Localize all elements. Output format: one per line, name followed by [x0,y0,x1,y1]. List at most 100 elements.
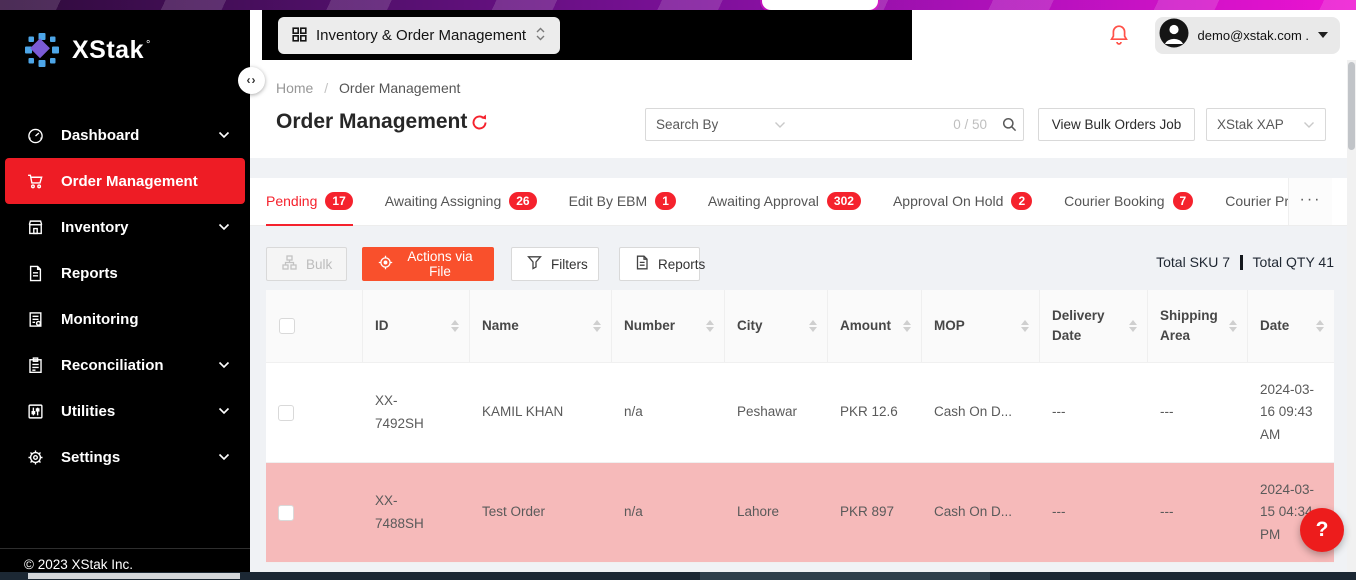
tab-label: Courier Processing [1225,193,1288,209]
sidebar: XStak ° DashboardOrder ManagementInvento… [0,10,250,580]
xap-select[interactable]: XStak XAP [1206,108,1326,141]
sidebar-item-monitoring[interactable]: Monitoring [0,296,250,342]
reconcile-icon [27,357,44,374]
app-header: Inventory & Order Management [250,10,1356,60]
sort-icon[interactable] [443,320,459,332]
column-label: Name [482,316,519,336]
tab-courier-processing[interactable]: Courier Processing [1225,178,1288,226]
vertical-scrollbar-thumb[interactable] [1348,62,1355,150]
sidebar-item-order-management[interactable]: Order Management [5,158,245,204]
refresh-icon[interactable] [470,113,489,135]
horizontal-scrollbar-segment [700,572,990,580]
header-right: demo@xstak.com . [1109,10,1340,60]
sidebar-nav: Dashboard Order Management Inventory Report… [0,112,250,480]
tab-approval-on-hold[interactable]: Approval On Hold2 [893,178,1032,226]
tabs-strip: Pending17 Awaiting Assigning26 Edit By EBM… [266,178,1288,226]
table-header: ID Name Number City Amount MOPDelivery DateSh… [266,290,1334,363]
reports-button[interactable]: Reports [619,247,700,281]
column-header-city[interactable]: City [725,290,828,362]
vertical-scrollbar[interactable] [1347,60,1356,572]
sidebar-item-settings[interactable]: Settings [0,434,250,480]
tab-pending[interactable]: Pending17 [266,178,353,226]
sidebar-item-dashboard[interactable]: Dashboard [0,112,250,158]
horizontal-scrollbar[interactable] [0,572,1356,580]
sort-icon[interactable] [1013,320,1029,332]
sliders-icon [27,403,44,420]
table-row[interactable]: XX-7488SHTest Ordern/aLahorePKR 897Cash … [266,463,1334,563]
search-input[interactable] [804,117,949,132]
tab-courier-booking[interactable]: Courier Booking7 [1064,178,1193,226]
table-header-row: ID Name Number City Amount MOPDelivery DateSh… [266,290,1334,362]
cell-city: Peshawar [725,401,828,423]
column-header-amount[interactable]: Amount [828,290,922,362]
sort-icon[interactable] [1221,320,1237,332]
column-label: City [737,316,763,336]
column-header-shipping-area[interactable]: Shipping Area [1148,290,1248,362]
collapse-icon: ‹› [247,73,257,87]
tab-awaiting-approval[interactable]: Awaiting Approval 302 [708,178,861,226]
cell-name: KAMIL KHAN [470,401,612,423]
tab-edit-by-ebm[interactable]: Edit By EBM1 [569,178,676,226]
target-icon [378,255,393,273]
orders-table: ID Name Number City Amount MOPDelivery DateSh… [266,290,1334,563]
tabs-bar: Pending17 Awaiting Assigning26 Edit By EBM… [250,178,1356,226]
view-bulk-orders-button[interactable]: View Bulk Orders Job [1038,108,1195,141]
sidebar-item-label: Monitoring [61,311,138,328]
sidebar-item-utilities[interactable]: Utilities [0,388,250,434]
horizontal-scrollbar-thumb[interactable] [28,573,240,579]
breadcrumb-home[interactable]: Home [276,80,313,96]
column-header-delivery-date[interactable]: Delivery Date [1040,290,1148,362]
actions-via-file-button[interactable]: Actions via File [362,247,494,281]
tabs-more-button[interactable]: ··· [1288,178,1332,225]
sidebar-item-reports[interactable]: Reports [0,250,250,296]
app-switcher-button[interactable]: Inventory & Order Management [278,17,560,54]
column-label: Date [1260,316,1289,336]
search-by-select[interactable]: Search By [645,108,797,141]
select-all-checkbox[interactable] [279,318,295,334]
row-checkbox[interactable] [278,505,294,521]
table-row[interactable]: XX-7492SHKAMIL KHANn/aPeshawarPKR 12.6Ca… [266,363,1334,463]
cell-mop: Cash On D... [922,401,1040,423]
app-switcher-label: Inventory & Order Management [316,27,526,44]
tab-label: Awaiting Approval [708,193,819,209]
toolbar: Bulk Actions via File Filters [250,247,1356,281]
sort-icon[interactable] [895,320,911,332]
user-menu[interactable]: demo@xstak.com . [1155,17,1340,54]
column-header-name[interactable]: Name [470,290,612,362]
sort-icon[interactable] [1308,320,1324,332]
tab-count-badge: 302 [827,192,861,210]
funnel-icon [527,255,542,273]
column-header-date[interactable]: Date [1248,290,1334,362]
sidebar-item-inventory[interactable]: Inventory [0,204,250,250]
sort-icon[interactable] [801,320,817,332]
expand-column-header [306,290,363,362]
column-header-number[interactable]: Number [612,290,725,362]
column-label: Number [624,316,675,336]
filters-button[interactable]: Filters [511,247,599,281]
shop-icon [27,219,44,236]
logo-text: XStak [72,30,144,70]
chevron-down-icon [218,356,230,374]
sort-icon[interactable] [585,320,601,332]
tab-awaiting-assigning[interactable]: Awaiting Assigning26 [385,178,537,226]
tab-label: Edit By EBM [569,193,648,209]
help-button[interactable]: ? [1300,508,1344,552]
bulk-cluster-icon [282,255,297,273]
row-checkbox[interactable] [278,405,294,421]
sidebar-item-label: Dashboard [61,127,139,144]
cell-delivery-date: --- [1040,401,1148,423]
sidebar-item-label: Settings [61,449,120,466]
sidebar-item-reconciliation[interactable]: Reconciliation [0,342,250,388]
bulk-button[interactable]: Bulk [266,247,347,281]
column-header-mop[interactable]: MOP [922,290,1040,362]
column-label: Amount [840,316,891,336]
sort-icon[interactable] [1121,320,1137,332]
sidebar-item-label: Inventory [61,219,129,236]
column-label: ID [375,316,389,336]
sidebar-collapse-button[interactable]: ‹› [238,67,265,94]
sort-icon[interactable] [698,320,714,332]
column-header-id[interactable]: ID [363,290,470,362]
search-button[interactable] [995,108,1024,141]
breadcrumb: Home / Order Management [276,80,460,96]
notification-bell-icon[interactable] [1109,24,1129,46]
